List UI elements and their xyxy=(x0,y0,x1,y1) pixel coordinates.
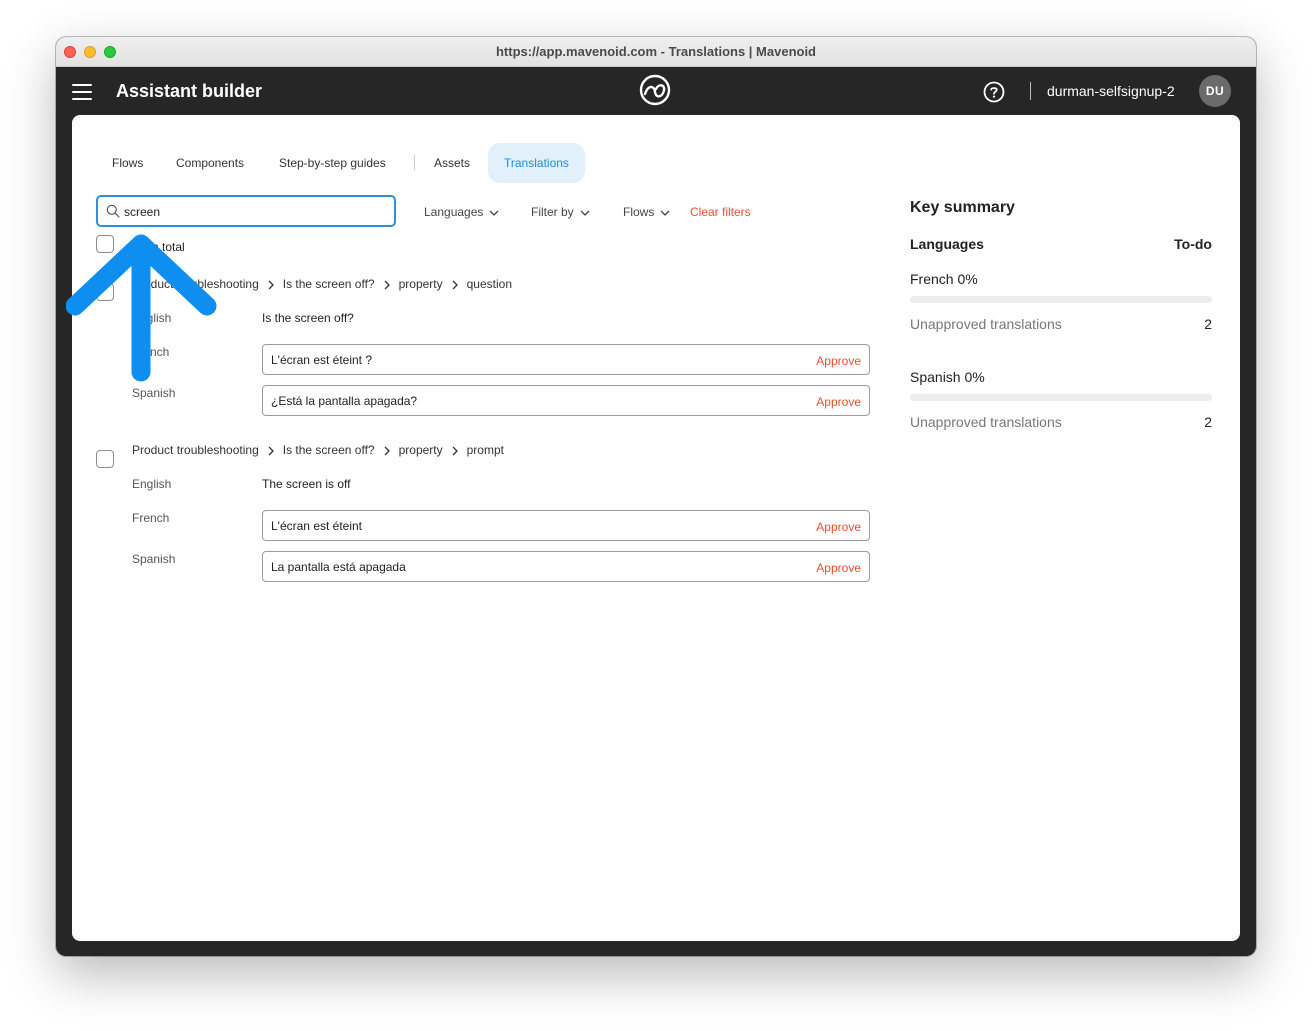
summary-language-spanish: Spanish 0% xyxy=(910,369,985,385)
mavenoid-logo-icon[interactable] xyxy=(638,73,672,107)
main-content: Flows Components Step-by-step guides Ass… xyxy=(72,115,1240,941)
unapproved-count: 2 xyxy=(1204,316,1212,332)
languages-filter-label: Languages xyxy=(424,205,484,219)
breadcrumb-item[interactable]: property xyxy=(399,443,443,457)
breadcrumb-item[interactable]: Is the screen off? xyxy=(283,277,375,291)
filter-by-label: Filter by xyxy=(531,205,574,219)
filter-by-dropdown[interactable]: Filter by xyxy=(531,205,590,219)
flows-filter-label: Flows xyxy=(623,205,655,219)
tab-flows[interactable]: Flows xyxy=(96,143,159,183)
browser-window: https://app.mavenoid.com - Translations … xyxy=(56,37,1256,956)
chevron-right-icon xyxy=(452,280,458,290)
breadcrumb-item[interactable]: prompt xyxy=(467,443,504,457)
approve-button[interactable]: Approve xyxy=(816,395,861,409)
chevron-right-icon xyxy=(384,280,390,290)
translation-value: La pantalla está apagada xyxy=(271,560,406,574)
translation-value: L'écran est éteint ? xyxy=(271,353,373,367)
translation-field-spanish[interactable]: ¿Está la pantalla apagada? Approve xyxy=(262,385,870,416)
unapproved-translations-label[interactable]: Unapproved translations xyxy=(910,316,1062,332)
chevron-down-icon xyxy=(580,210,590,216)
language-label-english: English xyxy=(132,477,172,491)
tab-components[interactable]: Components xyxy=(160,143,260,183)
breadcrumb-item[interactable]: question xyxy=(467,277,512,291)
hamburger-menu-icon[interactable] xyxy=(72,84,92,100)
summary-languages-header: Languages xyxy=(910,236,984,252)
translation-value: L'écran est éteint xyxy=(271,519,363,533)
account-name[interactable]: durman-selfsignup-2 xyxy=(1047,83,1175,99)
translation-field-spanish[interactable]: La pantalla está apagada Approve xyxy=(262,551,870,582)
tab-translations[interactable]: Translations xyxy=(488,143,585,183)
help-circle-icon[interactable] xyxy=(983,81,1005,103)
progress-bar-french xyxy=(910,296,1212,303)
progress-bar-spanish xyxy=(910,394,1212,401)
chevron-right-icon xyxy=(268,280,274,290)
app-title: Assistant builder xyxy=(116,81,263,101)
annotation-arrow-icon xyxy=(66,234,217,382)
item-checkbox[interactable] xyxy=(96,450,114,468)
search-input[interactable]: screen xyxy=(96,195,396,227)
source-text: Is the screen off? xyxy=(262,311,354,325)
approve-button[interactable]: Approve xyxy=(816,354,861,368)
translation-value: ¿Está la pantalla apagada? xyxy=(271,394,418,408)
header-divider xyxy=(1030,82,1031,100)
window-titlebar: https://app.mavenoid.com - Translations … xyxy=(56,37,1256,67)
approve-button[interactable]: Approve xyxy=(816,520,861,534)
language-label-french: French xyxy=(132,511,170,525)
chevron-down-icon xyxy=(489,210,499,216)
chevron-down-icon xyxy=(660,210,670,216)
approve-button[interactable]: Approve xyxy=(816,561,861,575)
app-header: Assistant builder durman-selfsignup-2 DU xyxy=(56,67,1256,115)
tab-divider xyxy=(414,155,415,171)
breadcrumb-item[interactable]: Product troubleshooting xyxy=(132,443,259,457)
flows-filter-dropdown[interactable]: Flows xyxy=(623,205,670,219)
breadcrumb: Product troubleshooting Is the screen off… xyxy=(132,443,504,457)
source-text: The screen is off xyxy=(262,477,351,491)
clear-filters-link[interactable]: Clear filters xyxy=(690,205,751,219)
chevron-right-icon xyxy=(452,446,458,456)
unapproved-count: 2 xyxy=(1204,414,1212,430)
language-label-spanish: Spanish xyxy=(132,552,176,566)
unapproved-translations-label[interactable]: Unapproved translations xyxy=(910,414,1062,430)
summary-todo-header: To-do xyxy=(1174,236,1212,252)
tab-step-by-step-guides[interactable]: Step-by-step guides xyxy=(263,143,402,183)
translation-field-french[interactable]: L'écran est éteint Approve xyxy=(262,510,870,541)
chevron-right-icon xyxy=(384,446,390,456)
chevron-right-icon xyxy=(268,446,274,456)
window-title: https://app.mavenoid.com - Translations … xyxy=(495,44,817,59)
key-summary-title: Key summary xyxy=(910,199,1015,216)
avatar[interactable]: DU xyxy=(1199,75,1231,107)
search-icon xyxy=(106,204,120,218)
breadcrumb-item[interactable]: property xyxy=(399,277,443,291)
language-label-spanish: Spanish xyxy=(132,386,176,400)
languages-filter-dropdown[interactable]: Languages xyxy=(424,205,499,219)
summary-language-french: French 0% xyxy=(910,271,978,287)
search-value: screen xyxy=(124,205,161,219)
tab-assets[interactable]: Assets xyxy=(418,143,486,183)
translation-field-french[interactable]: L'écran est éteint ? Approve xyxy=(262,344,870,375)
breadcrumb-item[interactable]: Is the screen off? xyxy=(283,443,375,457)
